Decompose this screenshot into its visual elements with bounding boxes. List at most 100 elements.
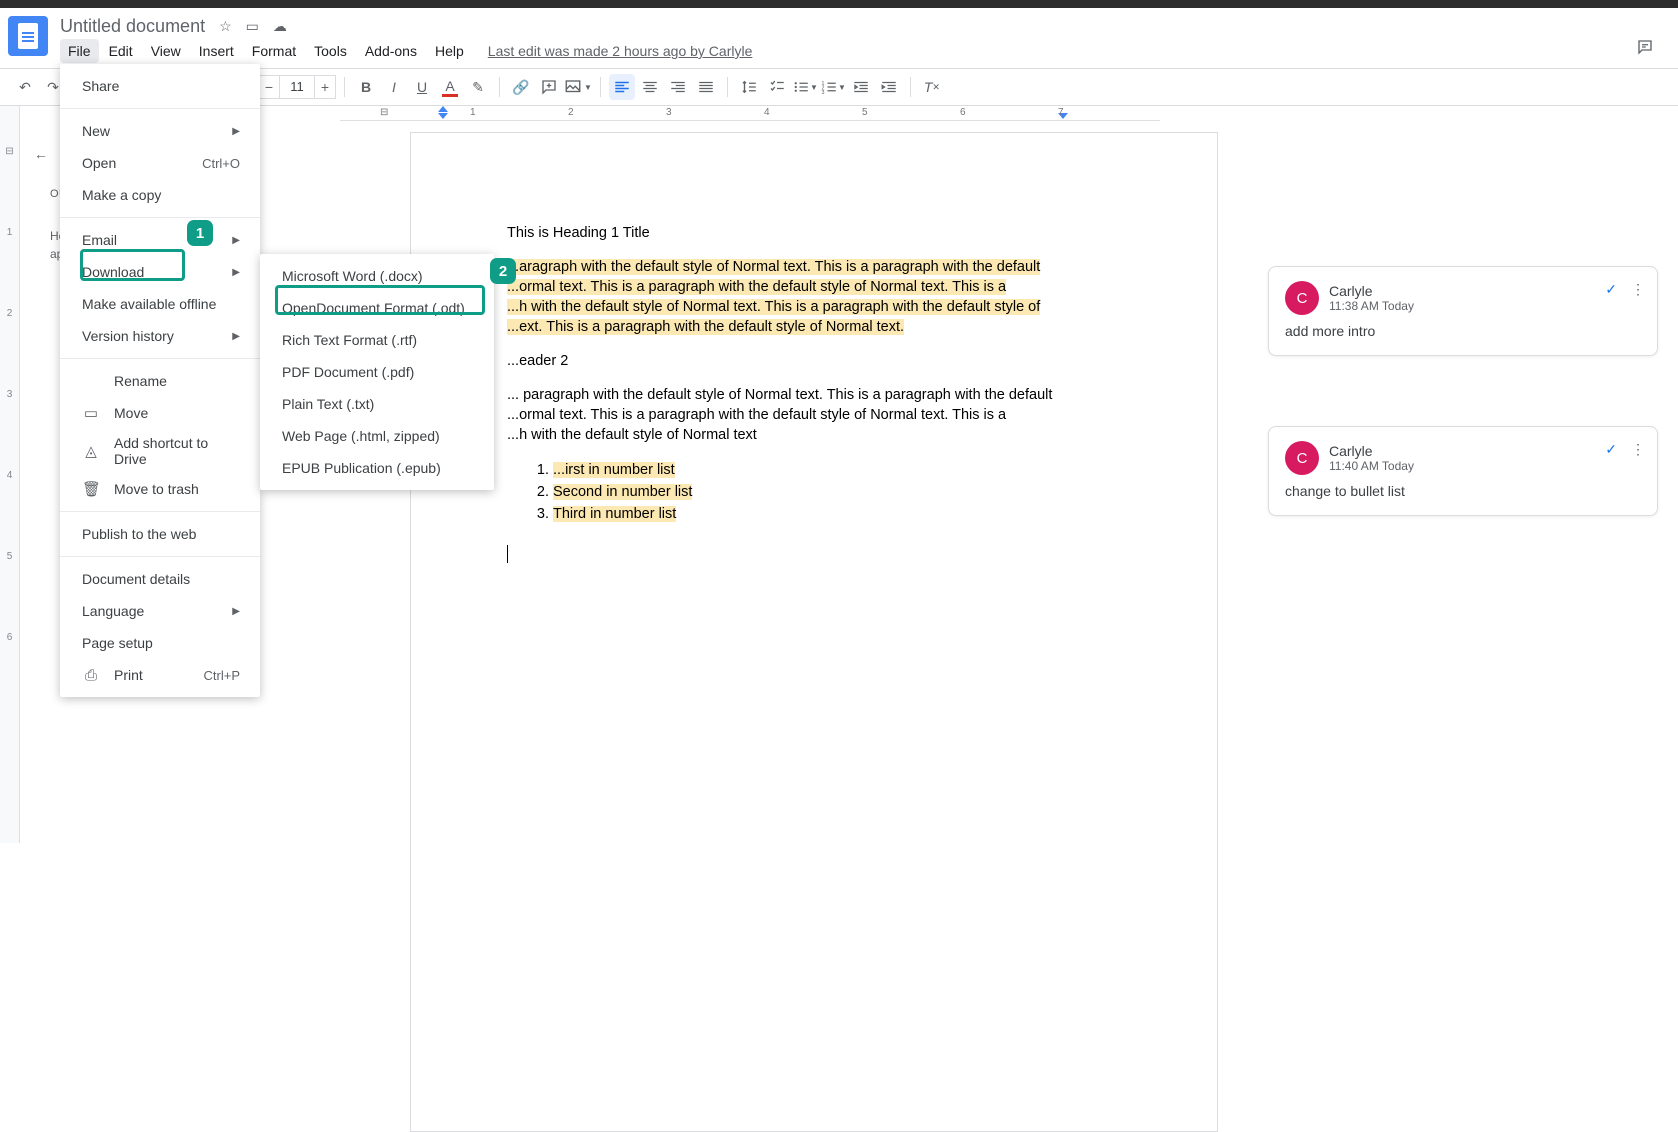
menu-version-history[interactable]: Version history▶ <box>60 320 260 352</box>
comment-card[interactable]: C Carlyle 11:40 AM Today change to bulle… <box>1268 426 1658 516</box>
font-size-increase[interactable]: + <box>314 75 336 99</box>
menu-offline[interactable]: Make available offline <box>60 288 260 320</box>
menu-format[interactable]: Format <box>244 39 304 63</box>
browser-chrome-bar <box>0 0 1678 8</box>
menu-share[interactable]: Share <box>60 70 260 102</box>
document-header: Untitled document ☆ ▭ ☁ File Edit View I… <box>0 8 1678 68</box>
download-pdf[interactable]: PDF Document (.pdf) <box>260 356 494 388</box>
download-txt[interactable]: Plain Text (.txt) <box>260 388 494 420</box>
menu-bar: File Edit View Insert Format Tools Add-o… <box>60 39 752 63</box>
horizontal-ruler[interactable]: ⊟ 1 2 3 4 5 6 7 <box>340 106 1160 121</box>
menu-print[interactable]: ⎙PrintCtrl+P <box>60 659 260 691</box>
doc-heading-2[interactable]: ...eader 2 <box>507 351 1121 371</box>
numbered-list-button[interactable]: 123▼ <box>820 74 846 100</box>
menu-page-setup[interactable]: Page setup <box>60 627 260 659</box>
underline-button[interactable]: U <box>409 74 435 100</box>
menu-insert[interactable]: Insert <box>191 39 242 63</box>
document-page[interactable]: This is Heading 1 Title ...aragraph with… <box>410 132 1218 1132</box>
download-html[interactable]: Web Page (.html, zipped) <box>260 420 494 452</box>
italic-button[interactable]: I <box>381 74 407 100</box>
comment-time: 11:38 AM Today <box>1329 299 1414 313</box>
bullet-list-button[interactable]: ▼ <box>792 74 818 100</box>
menu-file[interactable]: File <box>60 39 99 63</box>
menu-view[interactable]: View <box>143 39 189 63</box>
menu-move-to-trash[interactable]: 🗑Move to trash <box>60 473 260 505</box>
comment-author: Carlyle <box>1329 443 1414 459</box>
move-folder-icon[interactable]: ▭ <box>246 18 259 35</box>
list-item: Second in number list <box>553 481 1121 503</box>
menu-move[interactable]: ▭Move <box>60 397 260 429</box>
open-comments-icon[interactable] <box>1636 38 1654 56</box>
insert-comment-button[interactable] <box>536 74 562 100</box>
comment-more-icon[interactable]: ⋮ <box>1631 281 1645 298</box>
align-right-button[interactable] <box>665 74 691 100</box>
comment-more-icon[interactable]: ⋮ <box>1631 441 1645 458</box>
trash-icon: 🗑 <box>82 480 100 498</box>
doc-numbered-list[interactable]: ...irst in number list Second in number … <box>553 459 1121 525</box>
cloud-status-icon[interactable]: ☁ <box>273 18 287 35</box>
insert-link-button[interactable]: 🔗 <box>508 74 534 100</box>
drive-shortcut-icon: ◬ <box>82 442 100 460</box>
download-rtf[interactable]: Rich Text Format (.rtf) <box>260 324 494 356</box>
doc-paragraph-2[interactable]: ... paragraph with the default style of … <box>507 385 1121 445</box>
font-size-value[interactable]: 11 <box>280 75 314 99</box>
clear-formatting-button[interactable]: T✕ <box>919 74 945 100</box>
outline-title: OUTL <box>50 186 60 203</box>
svg-text:3: 3 <box>821 90 824 96</box>
checklist-button[interactable] <box>764 74 790 100</box>
highlight-button[interactable]: ✎ <box>465 74 491 100</box>
list-item: ...irst in number list <box>553 459 1121 481</box>
text-color-button[interactable]: A <box>437 74 463 100</box>
font-size-decrease[interactable]: − <box>258 75 280 99</box>
menu-help[interactable]: Help <box>427 39 472 63</box>
comments-column: C Carlyle 11:38 AM Today add more intro … <box>1268 106 1678 843</box>
menu-language[interactable]: Language▶ <box>60 595 260 627</box>
bold-button[interactable]: B <box>353 74 379 100</box>
align-justify-button[interactable] <box>693 74 719 100</box>
comment-body: add more intro <box>1285 323 1641 339</box>
menu-edit[interactable]: Edit <box>101 39 141 63</box>
annotation-badge-1: 1 <box>187 220 213 246</box>
annotation-box-2 <box>275 285 485 315</box>
menu-open[interactable]: OpenCtrl+O <box>60 147 260 179</box>
outline-panel: ← OUTL Hea appe <box>20 106 60 843</box>
menu-addons[interactable]: Add-ons <box>357 39 425 63</box>
star-icon[interactable]: ☆ <box>219 18 232 35</box>
indent-button[interactable] <box>876 74 902 100</box>
menu-make-copy[interactable]: Make a copy <box>60 179 260 211</box>
resolve-check-icon[interactable]: ✓ <box>1605 281 1617 298</box>
line-spacing-button[interactable] <box>736 74 762 100</box>
annotation-box-1 <box>80 249 185 281</box>
menu-tools[interactable]: Tools <box>306 39 355 63</box>
download-epub[interactable]: EPUB Publication (.epub) <box>260 452 494 484</box>
font-size-control: − 11 + <box>258 75 336 99</box>
avatar: C <box>1285 281 1319 315</box>
doc-paragraph-1[interactable]: ...aragraph with the default style of No… <box>507 257 1121 337</box>
annotation-badge-2: 2 <box>490 258 516 284</box>
align-left-button[interactable] <box>609 74 635 100</box>
menu-add-shortcut[interactable]: ◬Add shortcut to Drive <box>60 429 260 473</box>
align-center-button[interactable] <box>637 74 663 100</box>
avatar: C <box>1285 441 1319 475</box>
comment-card[interactable]: C Carlyle 11:38 AM Today add more intro … <box>1268 266 1658 356</box>
menu-rename[interactable]: Rename <box>60 365 260 397</box>
comment-time: 11:40 AM Today <box>1329 459 1414 473</box>
menu-details[interactable]: Document details <box>60 563 260 595</box>
undo-button[interactable]: ↶ <box>12 74 38 100</box>
comment-body: change to bullet list <box>1285 483 1641 499</box>
menu-new[interactable]: New▶ <box>60 115 260 147</box>
list-item: Third in number list <box>553 503 1121 525</box>
text-cursor <box>507 545 508 563</box>
menu-publish[interactable]: Publish to the web <box>60 518 260 550</box>
collapse-outline-icon[interactable]: ← <box>34 146 60 162</box>
folder-icon: ▭ <box>82 404 100 422</box>
insert-image-button[interactable]: ▼ <box>564 74 592 100</box>
document-title[interactable]: Untitled document <box>60 16 205 37</box>
outline-placeholder-1: Hea <box>50 227 60 245</box>
resolve-check-icon[interactable]: ✓ <box>1605 441 1617 458</box>
doc-heading-1[interactable]: This is Heading 1 Title <box>507 223 1121 243</box>
docs-logo-icon[interactable] <box>8 16 48 56</box>
outline-placeholder-2: appe <box>50 245 60 263</box>
last-edit-link[interactable]: Last edit was made 2 hours ago by Carlyl… <box>488 43 753 59</box>
outdent-button[interactable] <box>848 74 874 100</box>
